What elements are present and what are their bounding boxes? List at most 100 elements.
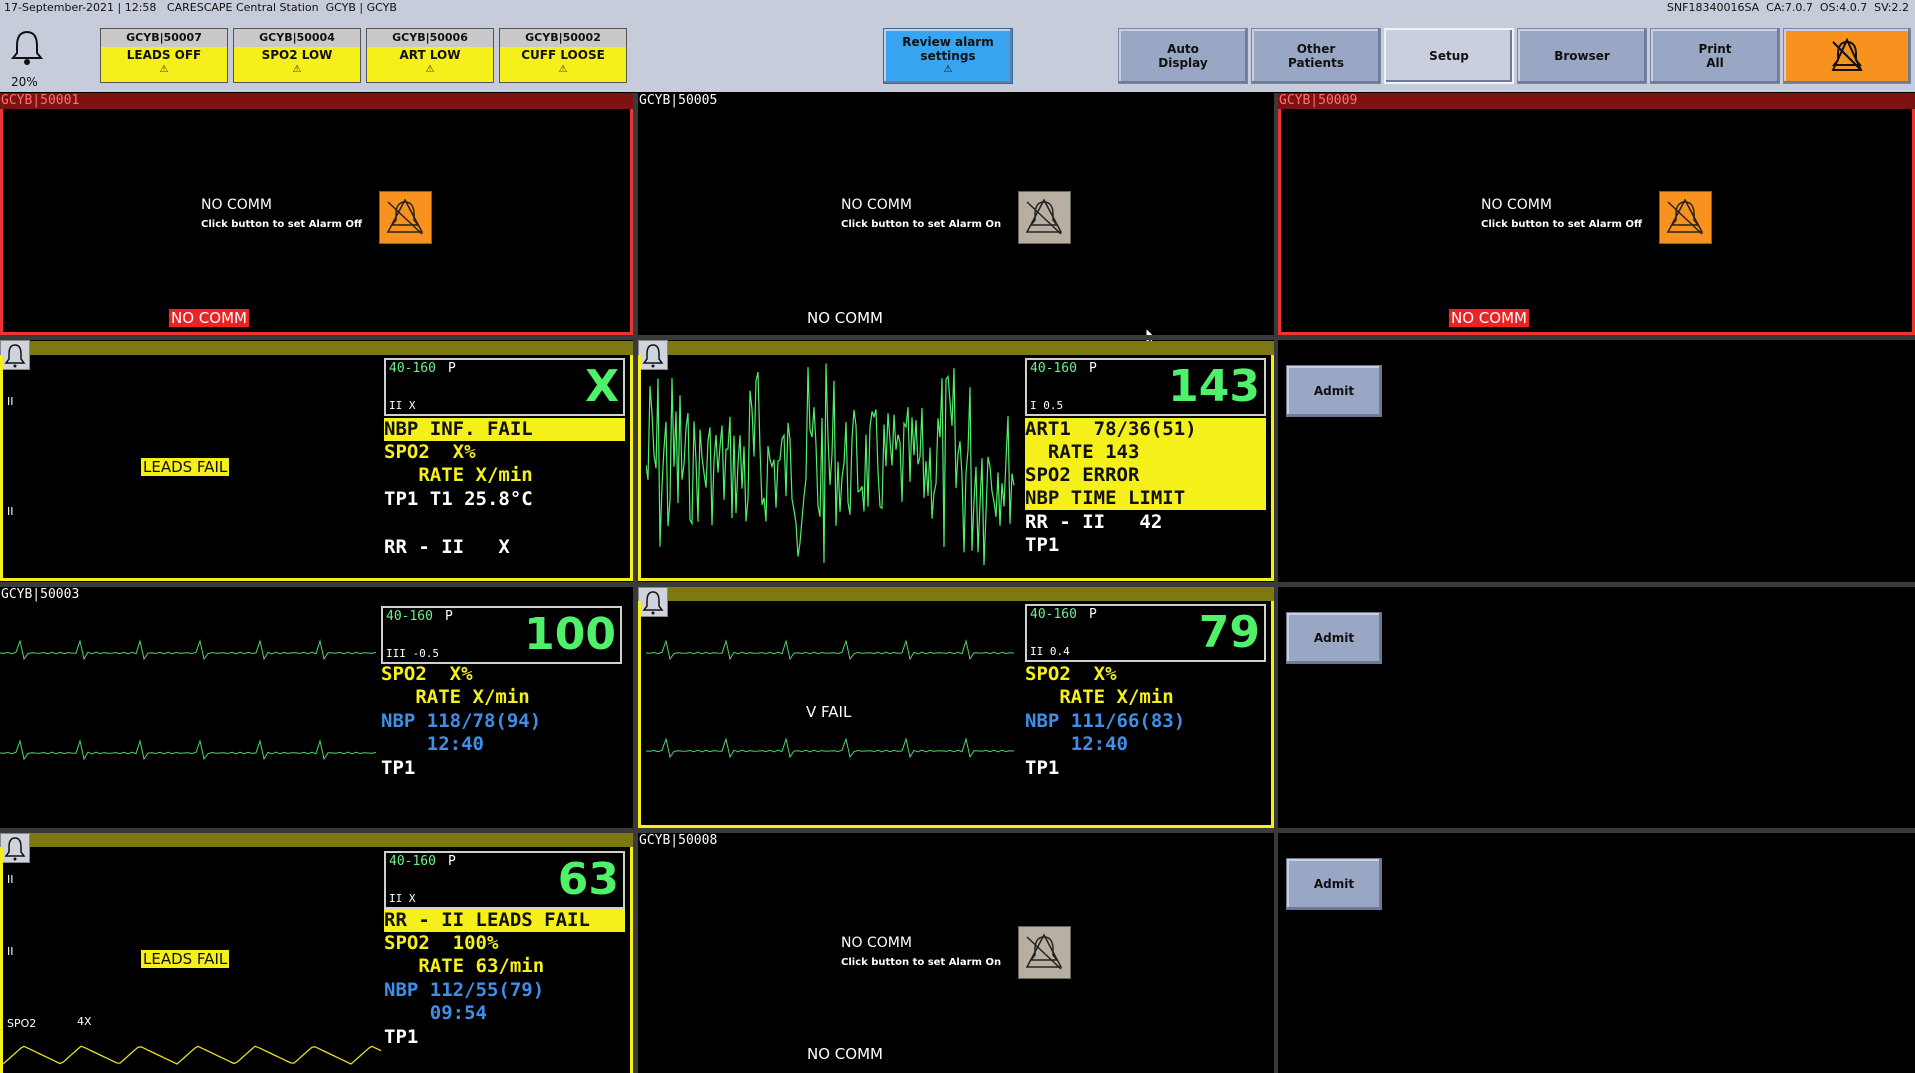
bed-panel-50005[interactable]: NO COMM Click button to set Alarm On NO …	[638, 109, 1274, 335]
pace-indicator: P	[1089, 361, 1097, 376]
alarm-hint: Click button to set Alarm On	[841, 219, 1002, 230]
alarm-off-button[interactable]	[1659, 191, 1712, 244]
heart-rate-value: 79	[1198, 607, 1260, 658]
alarm-silence-icon	[1025, 198, 1063, 235]
alarm-on-button[interactable]	[1018, 191, 1071, 244]
ecg-waveform	[0, 739, 377, 761]
auto-display-button[interactable]: Auto Display	[1118, 28, 1248, 84]
param-line: RATE 63/min	[384, 955, 545, 977]
param-line: RR - II 42	[1025, 511, 1163, 533]
hr-box: 40-160 P II 0.4 79	[1025, 604, 1266, 662]
bed-panel-50009[interactable]: NO COMM Click button to set Alarm Off NO…	[1278, 109, 1915, 335]
leads-fail-label: LEADS FAIL	[141, 950, 230, 968]
param-line: SPO2 X%	[381, 663, 473, 685]
ecg-lead: II X	[389, 399, 416, 412]
monitor-panel-2[interactable]: 40-160 P I 0.5 143 ART1 78/36(51) RATE 1…	[638, 355, 1274, 581]
v-fail-label: V FAIL	[806, 703, 852, 721]
param-line: RATE X/min	[381, 686, 530, 708]
alarm-silence-icon	[1666, 198, 1704, 235]
alarm-tile-label: CUFF LOOSE	[521, 48, 605, 62]
hr-limits: 40-160	[386, 609, 433, 624]
param-line: SPO2 100%	[384, 932, 499, 954]
hr-limits: 40-160	[389, 361, 436, 376]
browser-button[interactable]: Browser	[1517, 28, 1647, 84]
admit-button[interactable]: Admit	[1286, 612, 1382, 664]
alarm-header-bar	[0, 833, 633, 847]
nocomm-status: NO COMM	[807, 309, 883, 327]
pace-indicator: P	[1089, 607, 1097, 622]
alarm-tile-bed: GCYB|50002	[500, 29, 626, 47]
hr-box: 40-160 P II X X	[384, 358, 625, 416]
hr-limits: 40-160	[1030, 361, 1077, 376]
param-line: TP1	[1025, 757, 1060, 779]
other-patients-button[interactable]: Other Patients	[1251, 28, 1381, 84]
heart-rate-value: 143	[1168, 361, 1260, 412]
param-line: 12:40	[1025, 733, 1128, 755]
lead-label: II	[7, 505, 14, 518]
spo2-waveform-label: SPO2	[7, 1017, 37, 1030]
alarm-silence-icon	[386, 198, 424, 235]
alarm-tile-50002[interactable]: GCYB|50002 CUFF LOOSE ⚠	[499, 28, 627, 83]
alarm-tile-50004[interactable]: GCYB|50004 SPO2 LOW ⚠	[233, 28, 361, 83]
nocomm-text: NO COMM	[841, 935, 912, 951]
print-label-1: Print	[1698, 42, 1732, 56]
param-line: 12:40	[381, 733, 484, 755]
monitor-panel-3[interactable]: 40-160 P III -0.5 100 SPO2 X% RATE X/min…	[0, 603, 633, 828]
monitor-panel-1[interactable]: II II LEADS FAIL 40-160 P II X X NBP INF…	[0, 355, 633, 581]
param-line: ART1 78/36(51)	[1025, 418, 1197, 440]
pace-indicator: P	[445, 609, 453, 624]
param-line: SPO2 ERROR	[1025, 464, 1140, 486]
heart-rate-value: X	[585, 361, 619, 412]
alarm-off-button[interactable]	[379, 191, 432, 244]
monitor-panel-4[interactable]: V FAIL 40-160 P II 0.4 79 SPO2 X% RATE X…	[638, 601, 1274, 828]
admit-button[interactable]: Admit	[1286, 858, 1382, 910]
review-alarm-settings-button[interactable]: Review alarm settings ⚠	[883, 28, 1013, 84]
ecg-waveform	[0, 639, 377, 661]
param-line: RATE 143	[1025, 441, 1140, 463]
param-line: NBP TIME LIMIT	[1025, 487, 1186, 509]
nocomm-text: NO COMM	[841, 197, 912, 213]
alarm-silence-button[interactable]	[1783, 28, 1911, 84]
param-line: TP1 T1 25.8°C	[384, 488, 533, 510]
ecg-lead: I 0.5	[1030, 399, 1064, 412]
nocomm-status: NO COMM	[807, 1045, 883, 1063]
setup-button[interactable]: Setup	[1384, 28, 1514, 84]
ecg-lead: II X	[389, 892, 416, 905]
station-info: 17-September-2021 | 12:58 CARESCAPE Cent…	[4, 1, 397, 14]
leads-fail-label: LEADS FAIL	[141, 458, 230, 476]
bed-title-50008: GCYB|50008	[639, 833, 718, 848]
monitor-panel-5[interactable]: II II LEADS FAIL SPO2 4X 40-160 P II X 6…	[0, 847, 633, 1073]
pace-indicator: P	[448, 854, 456, 869]
print-label-2: All	[1706, 56, 1724, 70]
admit-button[interactable]: Admit	[1286, 365, 1382, 417]
alarm-tile-50007[interactable]: GCYB|50007 LEADS OFF ⚠	[100, 28, 228, 83]
param-line: RR - II LEADS FAIL	[384, 909, 625, 932]
alarm-header-bar	[638, 341, 1274, 355]
warning-triangle-icon: ⚠	[558, 64, 568, 75]
param-line: SPO2 X%	[1025, 663, 1117, 685]
hr-limits: 40-160	[1030, 607, 1077, 622]
bed-title-50003: GCYB|50003	[1, 587, 80, 602]
heart-rate-value: 63	[557, 854, 619, 905]
param-line: TP1	[381, 757, 416, 779]
heart-rate-value: 100	[524, 609, 616, 660]
nocomm-status: NO COMM	[1449, 309, 1529, 327]
alarm-hint: Click button to set Alarm Off	[1481, 219, 1643, 230]
alarm-tile-label: ART LOW	[399, 48, 461, 62]
alarm-tile-label: SPO2 LOW	[261, 48, 333, 62]
alarm-header-bar	[638, 587, 1274, 601]
bed-title-50001: GCYB|50001	[0, 93, 634, 109]
bed-panel-50008[interactable]: NO COMM Click button to set Alarm On NO …	[638, 849, 1274, 1073]
spo2-gain-label: 4X	[77, 1015, 92, 1028]
alarm-header-bar	[0, 341, 633, 355]
print-all-button[interactable]: Print All	[1650, 28, 1780, 84]
review-alarm-label-1: Review alarm	[902, 35, 994, 49]
alarm-tile-bed: GCYB|50007	[101, 29, 227, 47]
ecg-lead: II 0.4	[1030, 645, 1070, 658]
alarm-tile-50006[interactable]: GCYB|50006 ART LOW ⚠	[366, 28, 494, 83]
pace-indicator: P	[448, 361, 456, 376]
alarm-on-button[interactable]	[1018, 926, 1071, 979]
ecg-waveform	[646, 639, 1015, 661]
hr-limits: 40-160	[389, 854, 436, 869]
bed-panel-50001[interactable]: NO COMM Click button to set Alarm Off NO…	[0, 109, 633, 335]
